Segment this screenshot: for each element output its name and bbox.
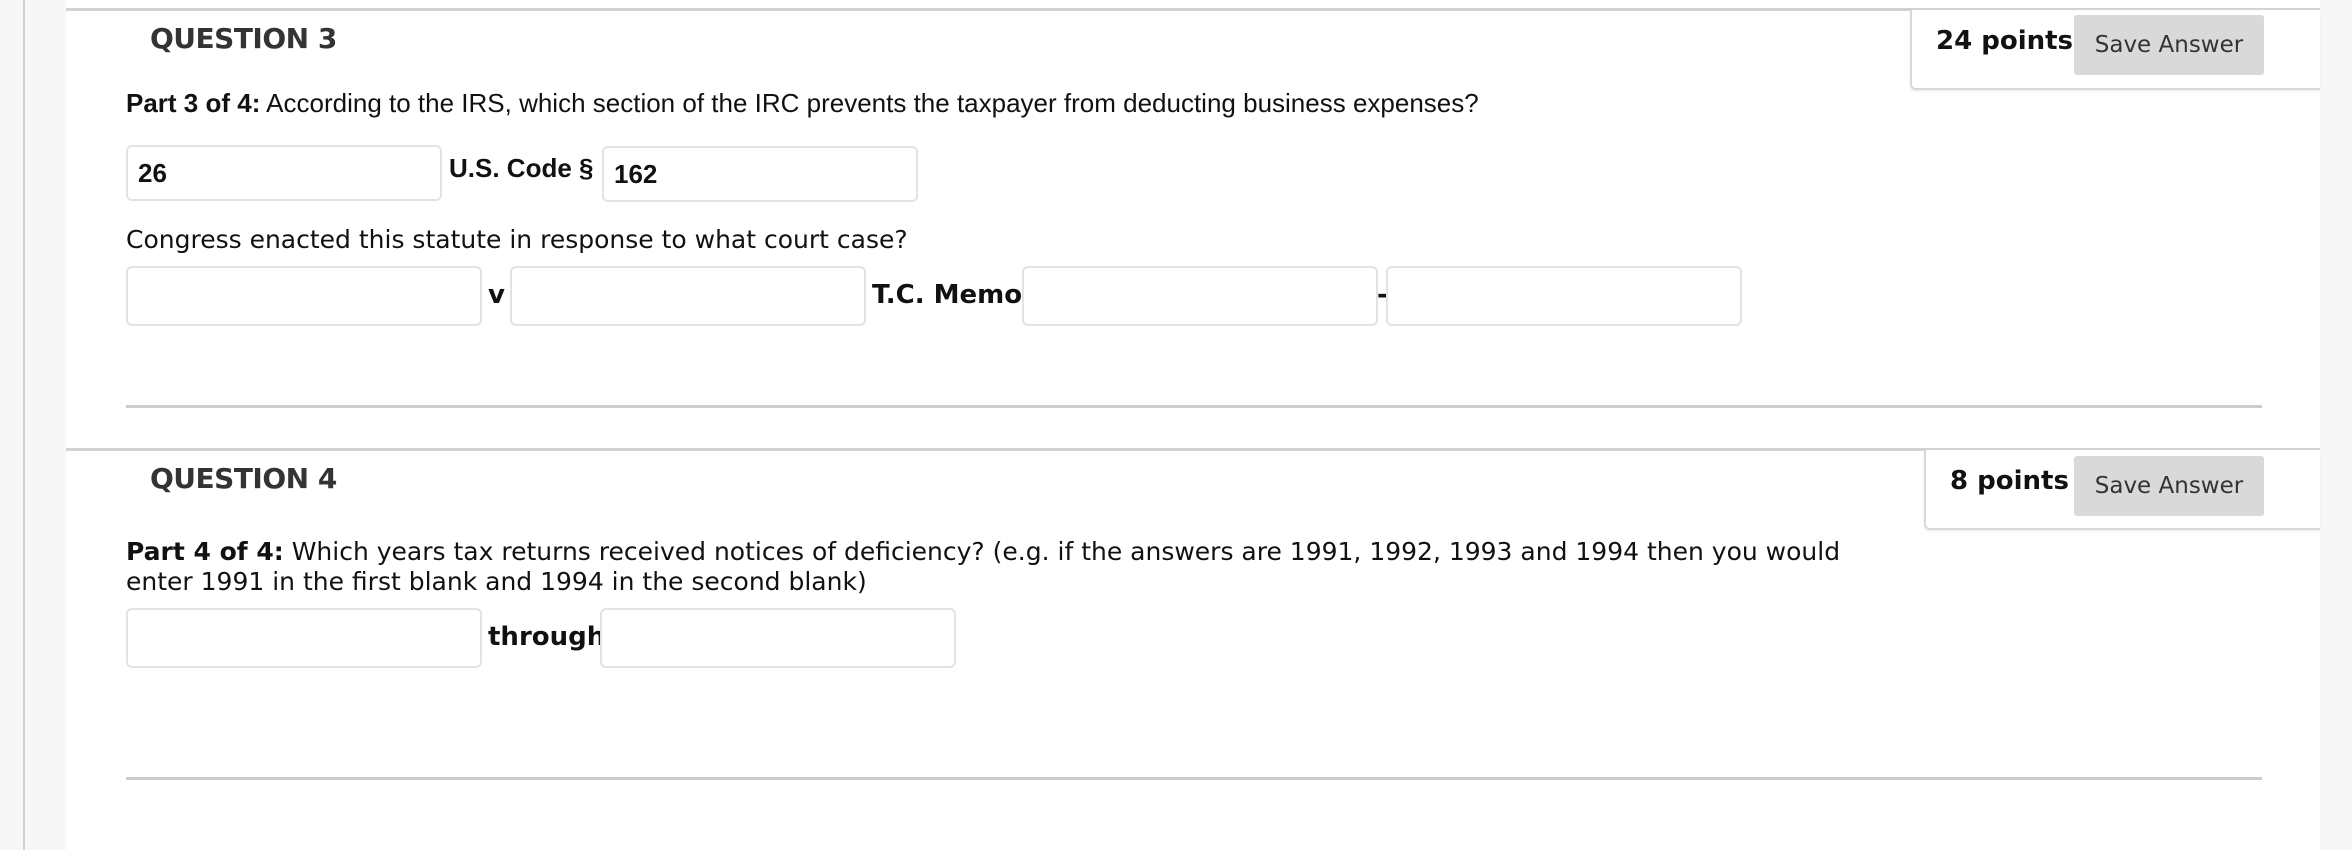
quiz-content: QUESTION 3 24 points Save Answer Part 3 … xyxy=(66,0,2320,850)
question-prompt: Part 4 of 4: Which years tax returns rec… xyxy=(126,537,1840,597)
question-divider xyxy=(126,777,2262,780)
points-value: 8 points xyxy=(1950,466,2069,496)
versus-label: v xyxy=(488,280,505,310)
followup-prompt: Congress enacted this statute in respons… xyxy=(126,225,908,254)
part-label: Part 3 of 4: xyxy=(126,88,261,118)
question-divider xyxy=(126,405,2262,408)
right-gutter xyxy=(2320,0,2352,850)
points-panel: 24 points Save Answer xyxy=(1910,10,2320,90)
tc-memo-label: T.C. Memo. xyxy=(872,280,1033,310)
save-answer-button[interactable]: Save Answer xyxy=(2074,456,2264,516)
case-party2-input[interactable] xyxy=(510,266,866,326)
save-answer-button[interactable]: Save Answer xyxy=(2074,15,2264,75)
prompt-text: According to the IRS, which section of t… xyxy=(260,88,1479,118)
left-rail xyxy=(0,0,25,850)
points-value: 24 points xyxy=(1936,26,2074,56)
memo-number-input[interactable] xyxy=(1386,266,1742,326)
code-title-input[interactable] xyxy=(126,145,442,201)
end-year-input[interactable] xyxy=(600,608,956,668)
part-label: Part 4 of 4: xyxy=(126,537,284,566)
question-title: QUESTION 4 xyxy=(150,462,337,495)
points-panel: 8 points Save Answer xyxy=(1924,450,2320,530)
code-label: U.S. Code § xyxy=(449,153,594,183)
prompt-text-line2: enter 1991 in the first blank and 1994 i… xyxy=(126,567,867,596)
memo-year-input[interactable] xyxy=(1022,266,1378,326)
prompt-text-line1: Which years tax returns received notices… xyxy=(283,537,1841,566)
code-section-input[interactable] xyxy=(602,146,918,202)
question-title: QUESTION 3 xyxy=(150,22,337,55)
case-party1-input[interactable] xyxy=(126,266,482,326)
start-year-input[interactable] xyxy=(126,608,482,668)
through-label: through xyxy=(488,622,606,652)
question-prompt: Part 3 of 4: According to the IRS, which… xyxy=(126,88,1479,118)
